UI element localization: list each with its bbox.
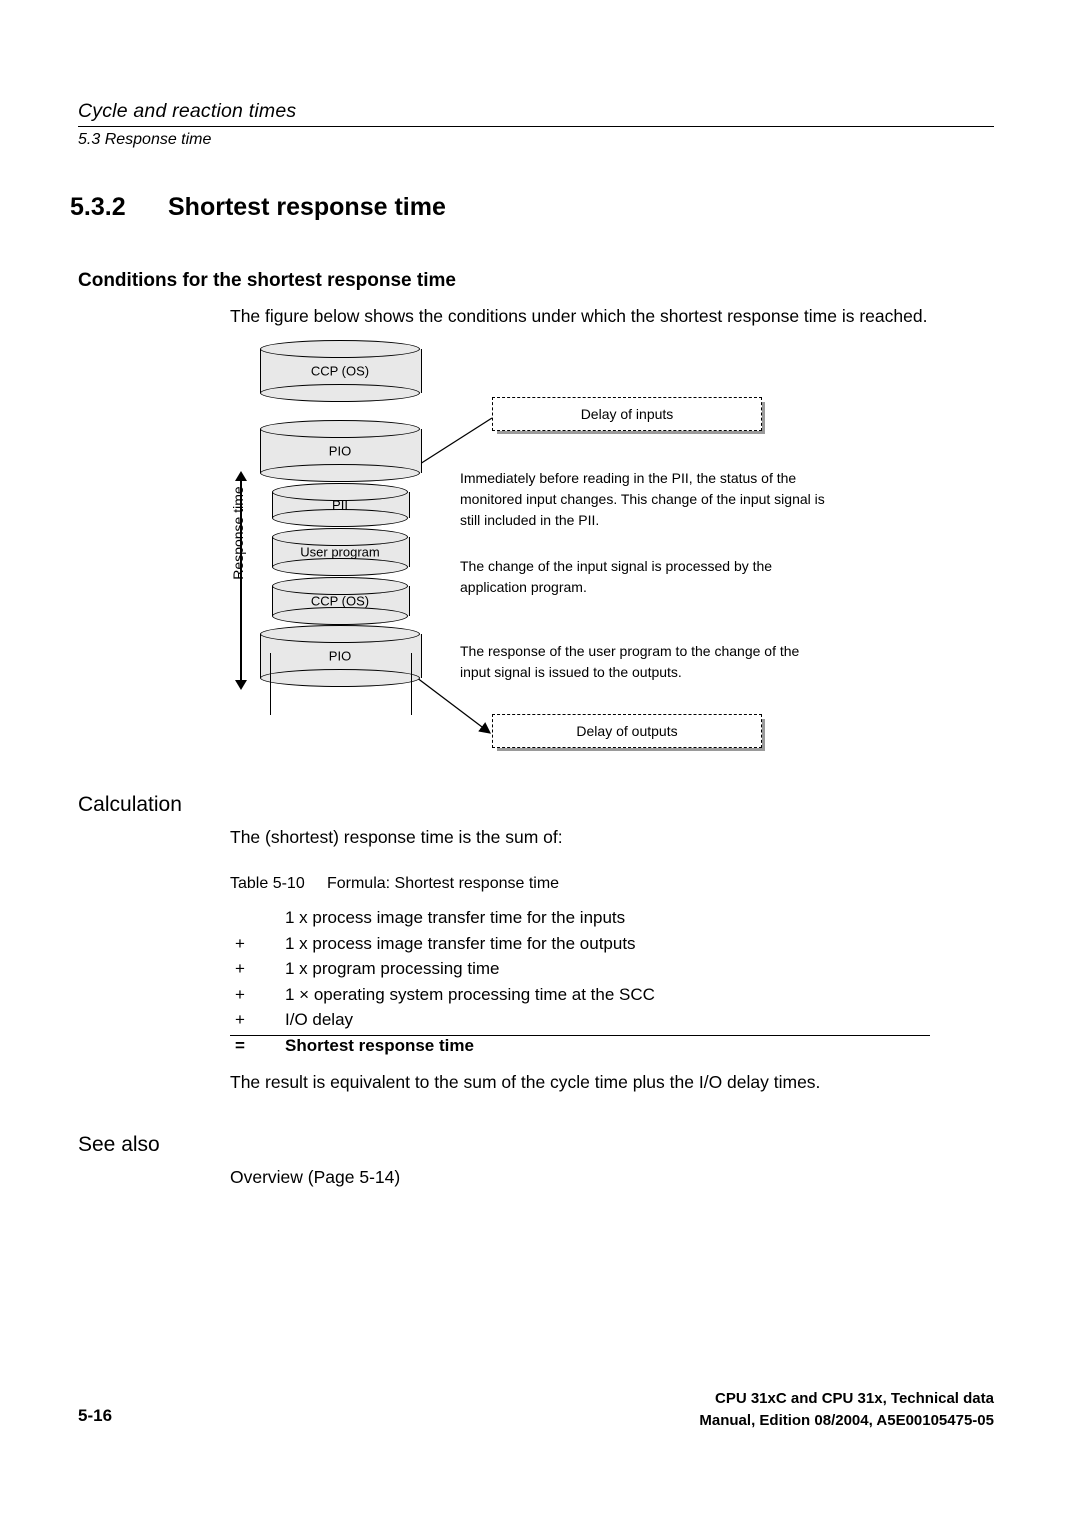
figure-note-1: Immediately before reading in the PII, t… xyxy=(460,470,825,528)
delay-inputs-label: Delay of inputs xyxy=(580,406,674,422)
conditions-heading: Conditions for the shortest response tim… xyxy=(78,270,456,291)
table-row: + 1 x process image transfer time for th… xyxy=(230,934,930,960)
row-sign: + xyxy=(235,984,245,1004)
response-time-axis-label: Response time xyxy=(230,486,246,580)
figure-note-2: The change of the input signal is proces… xyxy=(460,558,773,595)
page-footer: CPU 31xC and CPU 31x, Technical data Man… xyxy=(490,1388,994,1432)
response-time-arrow-down-icon xyxy=(235,680,247,690)
table-caption-label: Table xyxy=(230,875,269,892)
conditions-intro: The figure below shows the conditions un… xyxy=(230,306,928,326)
see-also-link[interactable]: Overview (Page 5-14) xyxy=(230,1164,400,1190)
row-text: 1 × operating system processing time at … xyxy=(285,984,655,1004)
table-caption-number: 5-10 xyxy=(272,875,305,892)
row-sign: + xyxy=(235,1010,245,1029)
row-text: 1 x program processing time xyxy=(285,959,500,978)
see-also-heading: See also xyxy=(78,1133,160,1156)
cylinder-pii: PII xyxy=(272,483,410,527)
delay-outputs-label: Delay of outputs xyxy=(576,723,678,739)
cylinder-user-program: User program xyxy=(272,528,410,576)
table-row: + I/O delay xyxy=(230,1010,930,1036)
delay-inputs-box: Delay of inputs xyxy=(492,397,762,431)
response-time-figure: CCP (OS) PIO PII User program CCP (OS) P… xyxy=(220,340,840,770)
table-caption-title: Formula: Shortest response time xyxy=(326,875,560,892)
formula-table: 1 x process image transfer time for the … xyxy=(230,908,930,1063)
calculation-sum-of: The (shortest) response time is the sum … xyxy=(230,827,563,847)
figure-note-3: The response of the user program to the … xyxy=(460,643,800,680)
footer-line-1: CPU 31xC and CPU 31x, Technical data xyxy=(715,1390,994,1407)
row-sign: = xyxy=(235,1035,245,1055)
page-header: Cycle and reaction times 5.3 Response ti… xyxy=(78,100,994,148)
table-row: + 1 × operating system processing time a… xyxy=(230,985,930,1011)
calculation-heading: Calculation xyxy=(78,793,182,816)
table-row: + 1 x program processing time xyxy=(230,959,930,985)
section-title: Shortest response time xyxy=(168,193,446,221)
table-row: 1 x process image transfer time for the … xyxy=(230,908,930,934)
cylinder-pio-top: PIO xyxy=(260,420,422,482)
cylinder-label: PIO xyxy=(328,443,352,459)
header-title: Cycle and reaction times xyxy=(78,100,297,122)
row-sign: + xyxy=(235,933,245,953)
cylinder-ccp-os-top: CCP (OS) xyxy=(260,340,422,402)
cylinder-label: PII xyxy=(332,497,348,513)
header-rule xyxy=(78,126,994,127)
footer-line-2: Manual, Edition 08/2004, A5E00105475-05 xyxy=(699,1412,994,1429)
delay-outputs-box: Delay of outputs xyxy=(492,714,762,748)
document-page: Cycle and reaction times 5.3 Response ti… xyxy=(0,0,1080,1528)
section-number: 5.3.2 xyxy=(70,193,126,221)
calculation-result: The result is equivalent to the sum of t… xyxy=(230,1072,821,1092)
table-caption: Table 5-10 Formula: Shortest response ti… xyxy=(230,875,559,893)
page-number: 5-16 xyxy=(78,1406,113,1425)
row-text: Shortest response time xyxy=(285,1035,474,1055)
row-text: I/O delay xyxy=(285,1010,354,1029)
cylinder-ccp-os-bottom: CCP (OS) xyxy=(272,577,410,625)
row-sign: + xyxy=(235,959,245,978)
table-row-total: = Shortest response time xyxy=(230,1036,930,1064)
row-text: 1 x process image transfer time for the … xyxy=(285,908,626,927)
cylinder-label: CCP (OS) xyxy=(310,593,370,609)
cylinder-label: PIO xyxy=(328,648,352,664)
header-subtitle: 5.3 Response time xyxy=(78,131,212,148)
row-text: 1 x process image transfer time for the … xyxy=(285,933,636,953)
cylinder-label: CCP (OS) xyxy=(310,363,370,379)
table-bottom-rule xyxy=(230,1035,930,1036)
cylinder-label: User program xyxy=(300,544,380,560)
